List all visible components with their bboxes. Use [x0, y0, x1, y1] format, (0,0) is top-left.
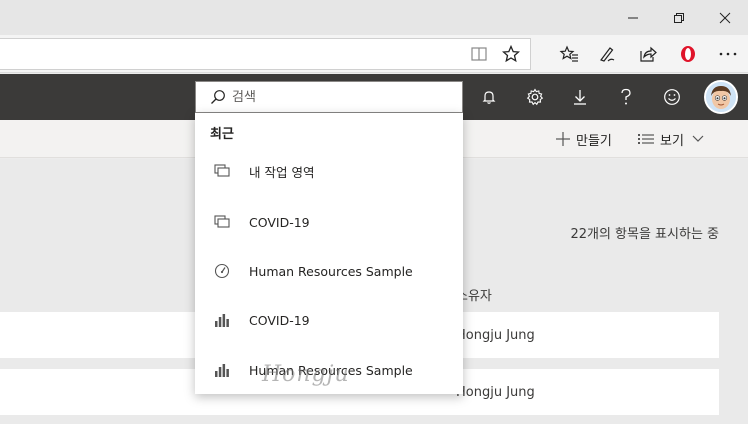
gear-icon [526, 88, 544, 106]
search-icon [211, 90, 225, 104]
recent-heading: 최근 [210, 127, 234, 142]
smiley-icon [664, 89, 680, 105]
address-field[interactable] [0, 38, 531, 70]
share-button[interactable] [629, 35, 667, 73]
close-button[interactable] [702, 0, 748, 35]
workspace-icon [214, 164, 230, 177]
view-label: 보기 [660, 133, 684, 149]
download-button[interactable] [557, 74, 603, 120]
recent-item-label: COVID-19 [249, 312, 310, 328]
owner-cell: Hongju Jung [456, 384, 535, 400]
help-icon [621, 88, 631, 105]
chevron-down-icon [692, 135, 704, 142]
recent-item[interactable]: COVID-19 [195, 198, 463, 246]
report-bar-chart-icon [215, 314, 229, 327]
pen-button[interactable] [588, 35, 626, 73]
item-count-label: 22개의 항목을 표시하는 중 [570, 227, 719, 242]
plus-icon [556, 132, 570, 146]
favorites-hub-icon [559, 45, 578, 62]
help-button[interactable] [603, 74, 649, 120]
report-bar-chart-icon [215, 364, 229, 377]
more-button[interactable] [709, 35, 747, 73]
recent-item-label: Human Resources Sample [249, 263, 413, 279]
window-titlebar [0, 0, 748, 35]
create-button[interactable]: 만들기 [556, 120, 612, 158]
recent-item[interactable]: COVID-19 [195, 296, 463, 344]
recent-item[interactable]: 내 작업 영역 [195, 147, 463, 195]
opera-icon [681, 46, 695, 62]
dashboard-gauge-icon [214, 263, 230, 279]
watermark: Hongju [262, 362, 350, 387]
more-icon [719, 52, 737, 56]
search-dropdown: 최근 내 작업 영역 COVID-19 Human Resources Samp… [195, 113, 463, 394]
search-input[interactable] [232, 89, 432, 105]
opera-button[interactable] [669, 35, 707, 73]
close-icon [719, 12, 731, 23]
notifications-button[interactable] [466, 74, 512, 120]
workspace-icon [214, 215, 230, 228]
restore-button[interactable] [656, 0, 702, 35]
favorite-star-icon [502, 45, 520, 63]
view-button[interactable]: 보기 [638, 120, 704, 158]
download-icon [574, 90, 586, 105]
feedback-button[interactable] [649, 74, 695, 120]
create-label: 만들기 [576, 133, 612, 149]
bell-icon [482, 91, 496, 104]
pen-icon [600, 47, 615, 62]
share-icon [640, 46, 657, 62]
favorites-hub-button[interactable] [550, 35, 588, 73]
browser-toolbar [0, 35, 748, 73]
reading-view-icon [471, 47, 487, 61]
recent-item-label: COVID-19 [249, 214, 310, 230]
list-view-icon [638, 134, 654, 144]
owner-cell: Hongju Jung [456, 327, 535, 343]
minimize-icon [628, 17, 638, 18]
search-box[interactable] [195, 81, 463, 113]
minimize-button[interactable] [610, 0, 656, 35]
restore-icon [674, 12, 684, 23]
settings-button[interactable] [512, 74, 558, 120]
avatar-image [706, 82, 736, 112]
recent-item[interactable]: Human Resources Sample [195, 247, 463, 295]
avatar[interactable] [704, 80, 738, 114]
favorite-button[interactable] [492, 35, 530, 73]
recent-item-label: 내 작업 영역 [249, 164, 315, 180]
